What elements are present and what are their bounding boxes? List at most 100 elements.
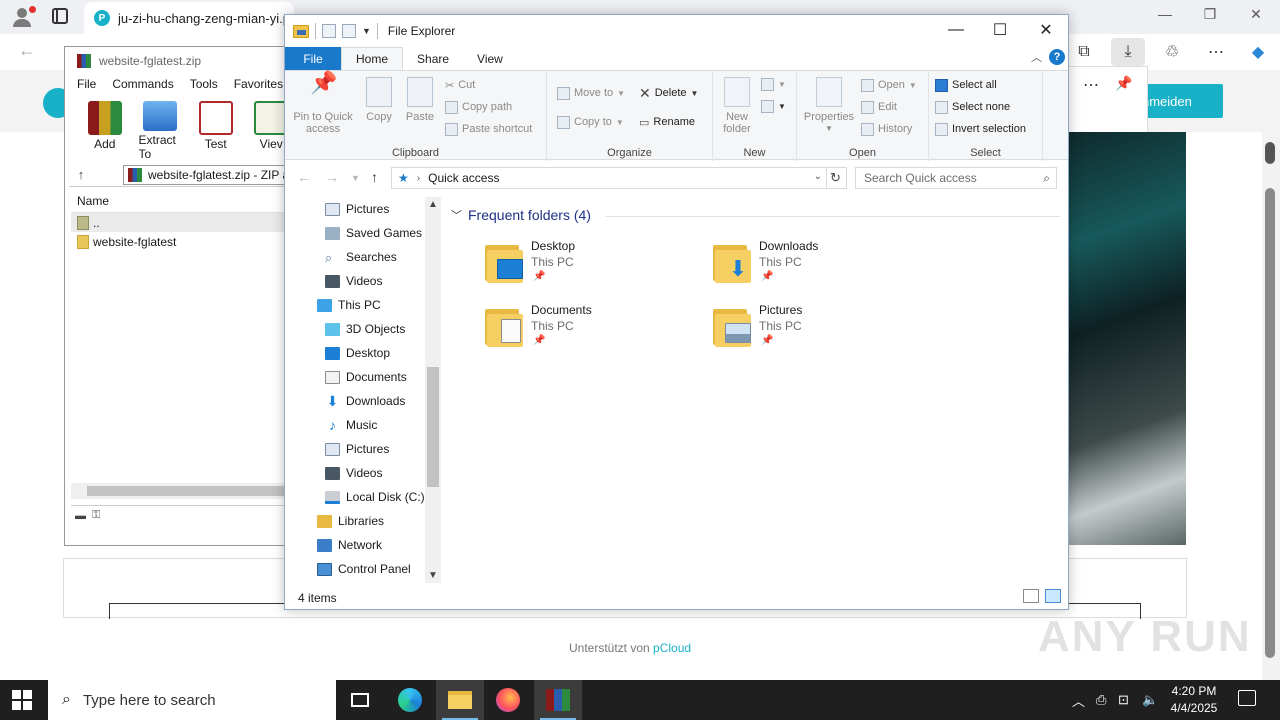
select-all-button[interactable]: Select all — [935, 76, 997, 94]
nav-item-control-panel[interactable]: Control Panel — [317, 557, 411, 581]
popup-pin-icon[interactable]: 📌 — [1115, 75, 1132, 92]
new-folder-button[interactable]: New folder — [717, 77, 757, 135]
menu-tools[interactable]: Tools — [190, 77, 218, 97]
history-button[interactable]: History — [861, 120, 912, 138]
back-arrow-icon[interactable]: ← — [18, 40, 36, 61]
paste-shortcut-button[interactable]: Paste shortcut — [445, 120, 532, 138]
nav-item-documents[interactable]: Documents — [325, 365, 407, 389]
nav-item-searches[interactable]: ⌕ Searches — [325, 245, 397, 269]
rename-button[interactable]: ▭ Rename — [639, 113, 695, 131]
nav-item-desktop[interactable]: Desktop — [325, 341, 390, 365]
menu-file[interactable]: File — [77, 77, 96, 97]
paste-button[interactable]: Paste — [403, 77, 437, 123]
forward-icon[interactable]: → — [325, 169, 339, 185]
column-header-name[interactable]: Name — [71, 189, 295, 213]
page-scrollbar[interactable] — [1262, 132, 1280, 680]
nav-item-libraries[interactable]: Libraries — [317, 509, 384, 533]
nav-item-pictures[interactable]: Pictures — [325, 197, 389, 221]
refresh-icon[interactable]: ↻ — [825, 167, 847, 189]
large-icons-view-icon[interactable] — [1045, 589, 1061, 603]
collections-icon[interactable]: ⧉ — [1067, 38, 1101, 66]
nav-item-saved-games[interactable]: Saved Games — [325, 221, 422, 245]
delete-button[interactable]: ✕ Delete ▼ — [639, 84, 698, 102]
taskbar-search-input[interactable]: ⌕ Type here to search — [48, 680, 336, 720]
network-tray-icon[interactable]: ⊡ — [1118, 680, 1129, 720]
edit-button[interactable]: Edit — [861, 98, 897, 116]
nav-item-pictures-pc[interactable]: Pictures — [325, 437, 389, 461]
copy-button[interactable]: Copy — [361, 77, 397, 123]
browser-minimize-icon[interactable]: — — [1155, 6, 1175, 22]
help-icon[interactable]: ? — [1049, 49, 1065, 65]
add-button[interactable]: Add — [83, 101, 127, 161]
select-none-button[interactable]: Select none — [935, 98, 1010, 116]
winrar-path[interactable]: website-fglatest.zip - ZIP a — [123, 164, 295, 185]
pin-quick-access-button[interactable]: 📌 Pin to Quick access — [291, 72, 355, 136]
list-item[interactable]: .. — [71, 213, 295, 232]
tab-file[interactable]: File — [285, 47, 341, 70]
details-view-icon[interactable] — [1023, 589, 1039, 603]
close-icon[interactable]: ✕ — [1023, 15, 1069, 45]
menu-commands[interactable]: Commands — [112, 77, 173, 97]
list-item[interactable]: website-fglatest — [71, 232, 295, 251]
test-button[interactable]: Test — [194, 101, 238, 161]
copy-to-button[interactable]: Copy to ▼ — [557, 113, 624, 131]
open-button[interactable]: Open ▼ — [861, 76, 917, 94]
address-box[interactable]: ★ › Quick access ⌄ — [391, 167, 827, 189]
nav-item-downloads[interactable]: ⬇ Downloads — [325, 389, 406, 413]
system-clock[interactable]: 4:20 PM 4/4/2025 — [1164, 683, 1224, 717]
back-icon[interactable]: ← — [297, 169, 311, 185]
key-icon[interactable]: ⚿ — [92, 509, 100, 522]
scroll-up-icon[interactable]: ▲ — [428, 199, 438, 210]
nav-scrollbar[interactable]: ▲ ▼ — [425, 197, 441, 583]
minimize-icon[interactable]: — — [933, 15, 979, 45]
file-explorer-taskbar-icon[interactable] — [436, 680, 484, 720]
breadcrumb-chevron-icon[interactable]: › — [417, 173, 420, 184]
address-dropdown-icon[interactable]: ⌄ — [814, 171, 822, 182]
notifications-icon[interactable] — [1238, 690, 1256, 706]
nav-item-local-disk[interactable]: Local Disk (C:) — [325, 485, 425, 509]
firefox-icon[interactable] — [484, 680, 532, 720]
new-folder-quick-icon[interactable] — [342, 24, 356, 38]
scroll-down-icon[interactable]: ▼ — [428, 570, 438, 581]
frequent-folders-header[interactable]: ﹀ Frequent folders (4) — [451, 207, 591, 223]
edge-icon[interactable] — [386, 680, 434, 720]
search-input[interactable]: Search Quick access ⌕ — [855, 167, 1057, 189]
breadcrumb[interactable]: Quick access — [428, 171, 499, 185]
browser-tab[interactable]: P ju-zi-hu-chang-zeng-mian-yi.p — [84, 2, 294, 34]
start-windows-icon[interactable] — [12, 690, 32, 710]
tab-actions-icon[interactable] — [52, 8, 68, 24]
downloads-icon[interactable]: ⤓ — [1111, 38, 1145, 66]
device-icon[interactable]: ⎙ — [1096, 680, 1106, 720]
customize-dropdown-icon[interactable]: ▼ — [362, 26, 371, 36]
tab-view[interactable]: View — [463, 47, 517, 70]
copilot-icon[interactable]: ◆ — [1241, 38, 1275, 66]
folder-tile-downloads[interactable]: ⬇ Downloads This PC 📌 — [713, 237, 913, 293]
show-hidden-icons-icon[interactable]: ︿ — [1072, 680, 1085, 720]
extensions-icon[interactable]: ♲ — [1155, 38, 1189, 66]
nav-item-this-pc[interactable]: This PC — [317, 293, 381, 317]
task-view-icon[interactable] — [336, 680, 384, 720]
popup-more-icon[interactable]: ⋯ — [1083, 75, 1099, 95]
collapse-ribbon-icon[interactable]: ︿ — [1031, 49, 1042, 65]
easy-access-button[interactable]: ▼ — [761, 97, 786, 115]
nav-item-videos-pc[interactable]: Videos — [325, 461, 382, 485]
up-arrow-icon[interactable]: ↑ — [69, 167, 93, 182]
new-item-button[interactable]: ▼ — [761, 75, 786, 93]
cut-button[interactable]: ✂ Cut — [445, 76, 475, 94]
nav-item-videos[interactable]: Videos — [325, 269, 382, 293]
move-to-button[interactable]: Move to ▼ — [557, 84, 625, 102]
nav-item-music[interactable]: ♪ Music — [325, 413, 377, 437]
folder-tile-desktop[interactable]: Desktop This PC 📌 — [485, 237, 685, 293]
recent-locations-icon[interactable]: ▼ — [351, 173, 360, 183]
properties-quick-icon[interactable] — [322, 24, 336, 38]
menu-favorites[interactable]: Favorites — [234, 77, 283, 97]
volume-icon[interactable]: 🔈 — [1142, 680, 1158, 720]
pcloud-link[interactable]: pCloud — [653, 641, 691, 655]
invert-selection-button[interactable]: Invert selection — [935, 120, 1026, 138]
folder-tile-documents[interactable]: Documents This PC 📌 — [485, 301, 685, 357]
tab-home[interactable]: Home — [341, 47, 404, 70]
properties-button[interactable]: Properties ▼ — [801, 77, 857, 135]
copy-path-button[interactable]: Copy path — [445, 98, 512, 116]
profile-avatar-icon[interactable] — [8, 4, 36, 30]
nav-item-3d-objects[interactable]: 3D Objects — [325, 317, 405, 341]
